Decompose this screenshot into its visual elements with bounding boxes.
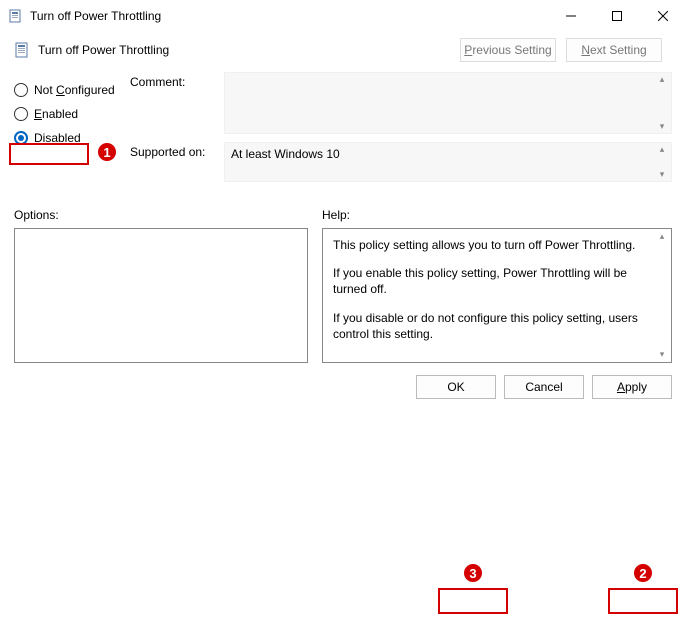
next-setting-button[interactable]: Next Setting <box>566 38 662 62</box>
policy-icon <box>8 8 24 24</box>
policy-icon <box>14 41 32 59</box>
state-radio-group: Not Configured Enabled Disabled <box>14 72 130 190</box>
comment-label: Comment: <box>130 72 224 134</box>
help-panel: This policy setting allows you to turn o… <box>322 228 672 363</box>
radio-label: Enabled <box>34 107 78 121</box>
chevron-up-icon: ▴ <box>655 145 669 154</box>
supported-on-field: At least Windows 10 ▴▾ <box>224 142 672 182</box>
radio-icon <box>14 131 28 145</box>
minimize-button[interactable] <box>548 0 594 32</box>
radio-icon <box>14 83 28 97</box>
options-panel <box>14 228 308 363</box>
chevron-up-icon: ▴ <box>655 231 669 242</box>
window-title: Turn off Power Throttling <box>30 9 548 23</box>
chevron-up-icon: ▴ <box>655 75 669 84</box>
scrollbar[interactable]: ▴▾ <box>655 75 669 131</box>
annotation-box-2 <box>608 588 678 614</box>
help-label: Help: <box>322 208 672 222</box>
maximize-button[interactable] <box>594 0 640 32</box>
apply-button[interactable]: Apply <box>592 375 672 399</box>
scrollbar[interactable]: ▴▾ <box>655 145 669 179</box>
radio-not-configured[interactable]: Not Configured <box>14 78 130 102</box>
comment-field[interactable]: ▴▾ <box>224 72 672 134</box>
chevron-down-icon: ▾ <box>655 349 669 360</box>
help-text: This policy setting allows you to turn o… <box>333 237 661 342</box>
annotation-box-3 <box>438 588 508 614</box>
supported-on-value: At least Windows 10 <box>231 147 340 161</box>
annotation-badge-2: 2 <box>632 562 654 584</box>
scrollbar[interactable]: ▴▾ <box>655 231 669 360</box>
previous-setting-button[interactable]: Previous Setting <box>460 38 556 62</box>
titlebar: Turn off Power Throttling <box>0 0 686 32</box>
radio-icon <box>14 107 28 121</box>
chevron-down-icon: ▾ <box>655 170 669 179</box>
chevron-down-icon: ▾ <box>655 122 669 131</box>
options-label: Options: <box>14 208 308 222</box>
radio-label: Not Configured <box>34 83 115 97</box>
subheader: Turn off Power Throttling Previous Setti… <box>0 32 686 62</box>
cancel-button[interactable]: Cancel <box>504 375 584 399</box>
close-button[interactable] <box>640 0 686 32</box>
supported-on-label: Supported on: <box>130 142 224 182</box>
annotation-badge-3: 3 <box>462 562 484 584</box>
policy-title: Turn off Power Throttling <box>38 43 169 57</box>
radio-enabled[interactable]: Enabled <box>14 102 130 126</box>
ok-button[interactable]: OK <box>416 375 496 399</box>
radio-label: Disabled <box>34 131 81 145</box>
radio-disabled[interactable]: Disabled <box>14 126 130 150</box>
